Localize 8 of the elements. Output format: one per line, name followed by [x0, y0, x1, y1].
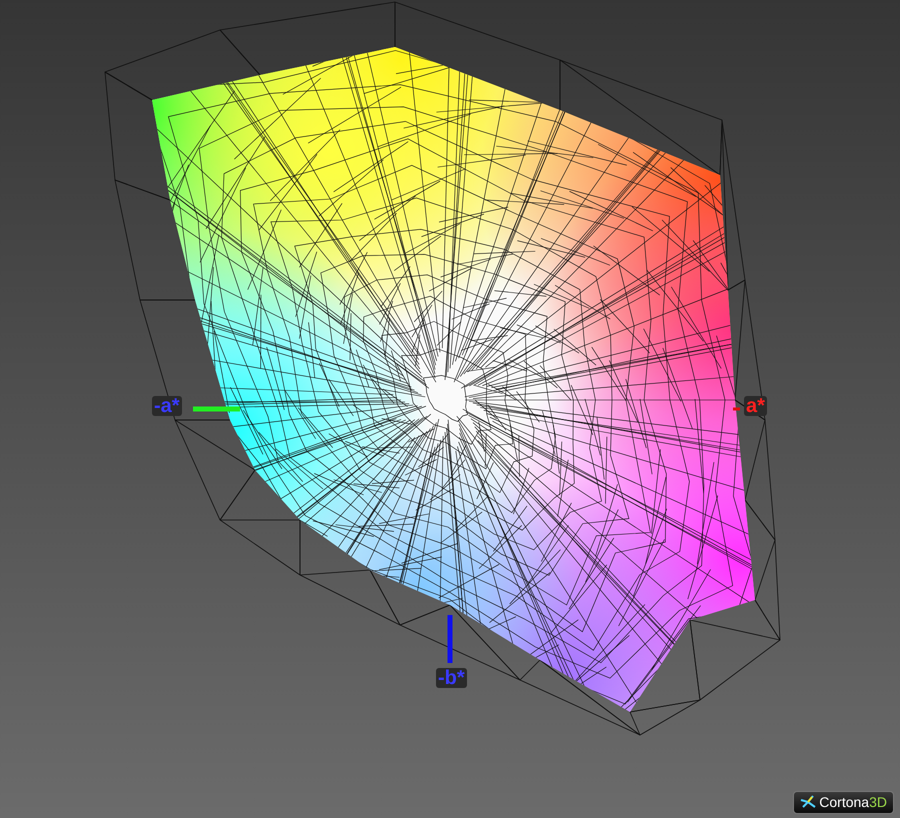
logo-text: Cortona3D [819, 794, 887, 811]
axis-label: a* [744, 396, 767, 416]
axis-label: -a* [152, 396, 182, 416]
axis-line [448, 615, 452, 663]
axis-label: -b* [436, 668, 467, 688]
axis-line [193, 406, 240, 412]
star-icon [800, 795, 816, 810]
axis-line [733, 408, 740, 410]
